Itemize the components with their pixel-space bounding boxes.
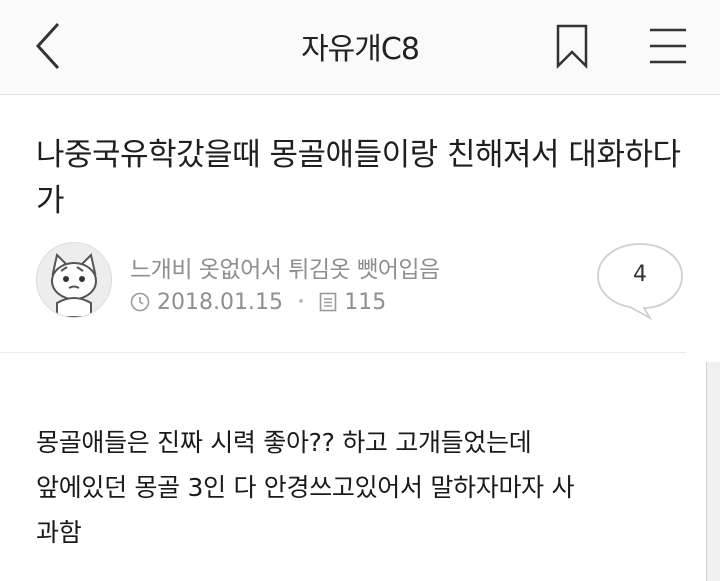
scroll-edge [706, 362, 720, 581]
hamburger-menu-icon [650, 28, 686, 64]
cat-avatar-icon [51, 253, 97, 317]
clock-icon [130, 292, 150, 312]
bookmark-button[interactable] [552, 22, 592, 70]
top-bar: 자유개C8 [0, 0, 720, 95]
comment-count[interactable]: 4 [594, 262, 686, 287]
document-icon [319, 292, 337, 312]
board-title: 자유개C8 [301, 32, 420, 67]
body-line: 앞에있던 몽골 3인 다 안경쓰고있어서 말하자마자 사 [36, 473, 575, 502]
post-title: 나중국유학갔을때 몽골애들이랑 친해져서 대화하다가 [36, 137, 681, 219]
view-count: 115 [344, 289, 387, 315]
meta-separator: • [296, 294, 306, 310]
section-divider [0, 352, 686, 353]
post-meta: 2018.01.15 • 115 [130, 288, 386, 316]
post-body: 몽골애들은 진짜 시력 좋아?? 하고 고개들었는데 앞에있던 몽골 3인 다 … [36, 420, 686, 555]
bookmark-icon [556, 24, 588, 70]
menu-button[interactable] [646, 24, 690, 68]
body-line: 과함 [36, 518, 82, 547]
author-name[interactable]: 느개비 옷없어서 튀김옷 뺏어입음 [130, 250, 440, 284]
post-date: 2018.01.15 [157, 289, 283, 315]
author-avatar[interactable] [36, 242, 112, 318]
body-line: 몽골애들은 진짜 시력 좋아?? 하고 고개들었는데 [36, 428, 532, 457]
